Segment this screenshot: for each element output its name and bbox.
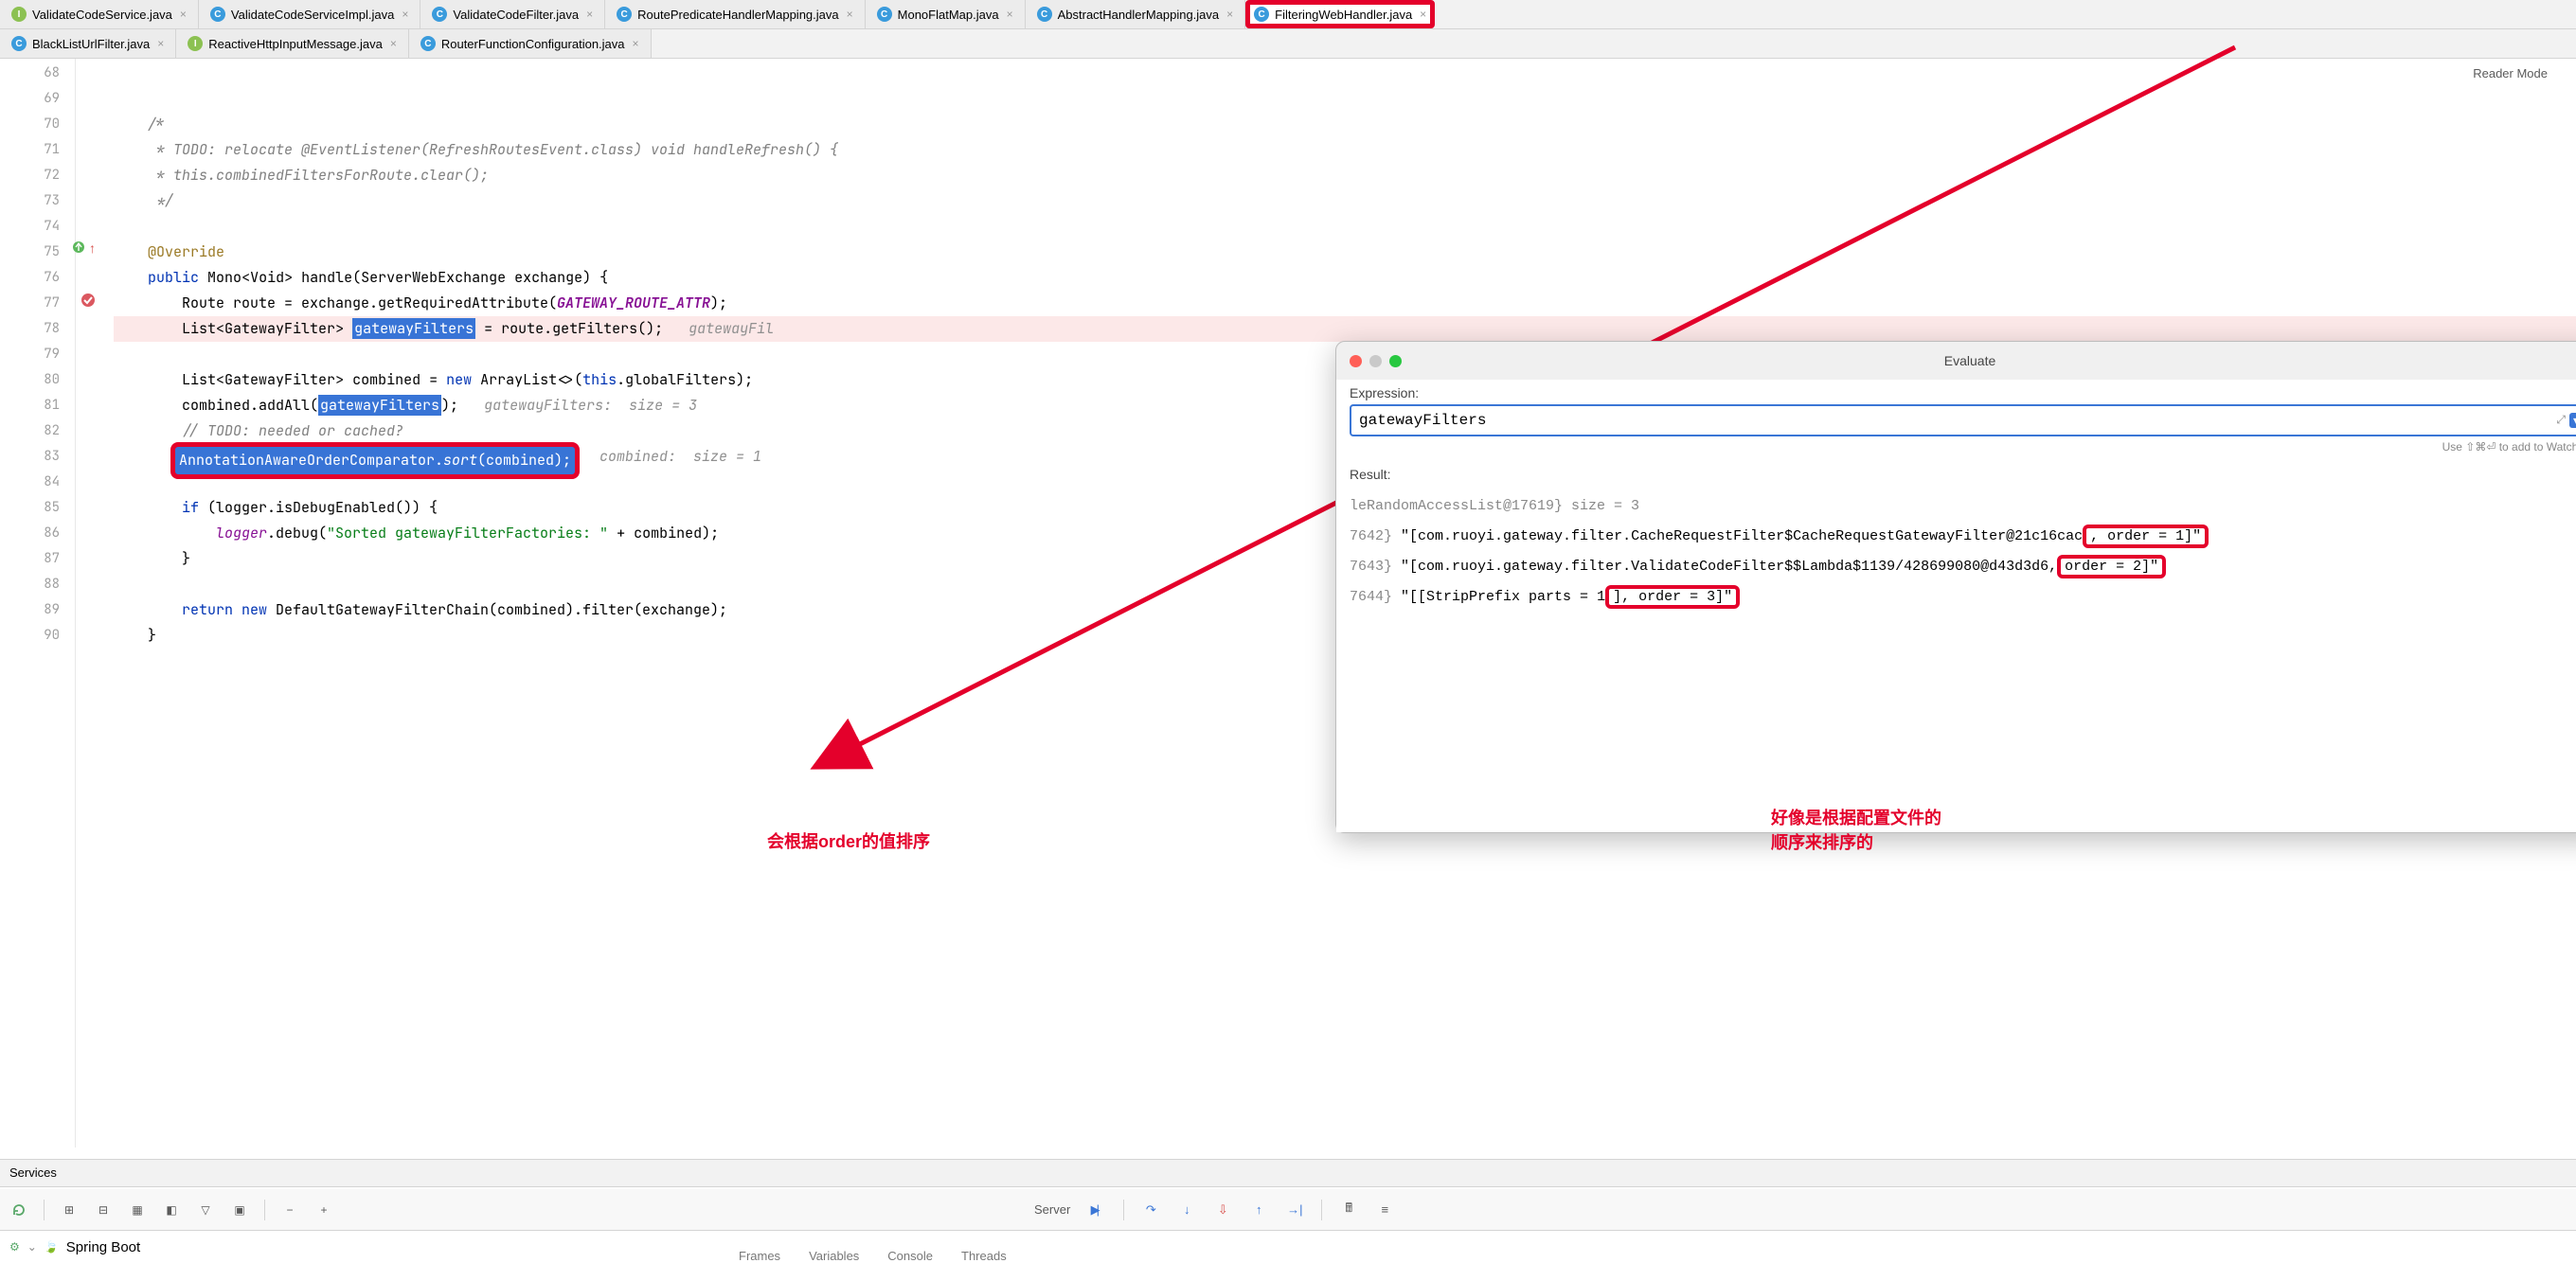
tab[interactable]: CRoutePredicateHandlerMapping.java× — [605, 0, 865, 28]
debug-toolbar: ⊞ ⊟ ▦ ◧ ▽ ▣ − + Server ▶| ↷ ↓ ⇩ ↑ →| 🖩 ≡ — [0, 1189, 2576, 1231]
close-icon[interactable]: × — [633, 37, 639, 50]
expression-label: Expression: — [1350, 385, 2576, 400]
tab[interactable]: CBlackListUrlFilter.java× — [0, 29, 176, 58]
class-icon: C — [1037, 7, 1052, 22]
debug-bottom-tabs: Frames Variables Console Threads — [739, 1249, 1007, 1263]
tab[interactable]: IValidateCodeService.java× — [0, 0, 199, 28]
close-icon[interactable]: × — [586, 8, 593, 21]
layout-icon[interactable]: ▣ — [230, 1201, 249, 1219]
watches-hint: Use ⇧⌘⏎ to add to Watches — [1350, 440, 2576, 454]
tab[interactable]: CValidateCodeFilter.java× — [420, 0, 605, 28]
close-icon[interactable]: × — [157, 37, 164, 50]
class-icon: C — [432, 7, 447, 22]
run-config-row[interactable]: ⚙ ⌄ 🍃 Spring Boot — [0, 1231, 2576, 1263]
tab[interactable]: CAbstractHandlerMapping.java× — [1026, 0, 1246, 28]
order-2-box: order = 2]" — [2057, 555, 2166, 578]
resume-icon[interactable]: ▶| — [1087, 1201, 1106, 1219]
expression-input[interactable] — [1350, 404, 2576, 436]
step-out-icon[interactable]: ↑ — [1249, 1201, 1268, 1219]
result-tree[interactable]: leRandomAccessList@17619} size = 3 7642}… — [1350, 491, 2576, 613]
expand-all-icon[interactable]: ⊞ — [60, 1201, 79, 1219]
result-label: Result: — [1350, 467, 2576, 482]
settings-gear-icon[interactable]: ⚙ — [9, 1240, 20, 1254]
step-into-icon[interactable]: ↓ — [1177, 1201, 1196, 1219]
class-icon: C — [420, 36, 436, 51]
annotation-sort-order: 会根据order的值排序 — [767, 828, 930, 853]
close-icon[interactable]: × — [1226, 8, 1233, 21]
chevron-down-icon[interactable]: ⌄ — [27, 1240, 37, 1254]
dialog-titlebar[interactable]: Evaluate — [1336, 342, 2576, 380]
stop-icon[interactable]: ◧ — [162, 1201, 181, 1219]
console-tab[interactable]: Console — [887, 1249, 933, 1263]
step-over-icon[interactable]: ↷ — [1141, 1201, 1160, 1219]
run-to-cursor-icon[interactable]: →| — [1285, 1201, 1304, 1219]
variables-tab[interactable]: Variables — [809, 1249, 859, 1263]
class-icon: C — [1254, 7, 1269, 22]
dropdown-icon[interactable]: ▾ — [2569, 413, 2576, 428]
tab-active[interactable]: CFilteringWebHandler.java× — [1245, 0, 1435, 28]
minus-icon[interactable]: − — [280, 1201, 299, 1219]
server-label: Server — [1034, 1202, 1070, 1217]
settings-icon[interactable]: ≡ — [1375, 1201, 1394, 1219]
class-icon: C — [617, 7, 632, 22]
close-icon[interactable]: × — [847, 8, 853, 21]
close-icon[interactable]: × — [390, 37, 397, 50]
class-icon: C — [11, 36, 27, 51]
plus-icon[interactable]: + — [314, 1201, 333, 1219]
frames-tab[interactable]: Frames — [739, 1249, 780, 1263]
evaluate-dialog[interactable]: Evaluate Expression: ⤢ ▾ Use ⇧⌘⏎ to add … — [1335, 341, 2576, 833]
window-minimize-icon[interactable] — [1369, 355, 1382, 367]
close-icon[interactable]: × — [402, 8, 408, 21]
services-panel-header[interactable]: Services — [0, 1159, 2576, 1187]
rerun-icon[interactable] — [9, 1201, 28, 1219]
order-3-box: ], order = 3]" — [1605, 585, 1740, 609]
order-1-box: , order = 1]" — [2083, 525, 2209, 548]
tab[interactable]: CMonoFlatMap.java× — [866, 0, 1026, 28]
tab[interactable]: IReactiveHttpInputMessage.java× — [176, 29, 409, 58]
window-close-icon[interactable] — [1350, 355, 1362, 367]
class-icon: C — [877, 7, 892, 22]
annotation-config-order: 好像是根据配置文件的 顺序来排序的 — [1771, 805, 1941, 854]
dialog-title: Evaluate — [1944, 353, 1995, 368]
window-zoom-icon[interactable] — [1389, 355, 1402, 367]
editor-tabs-row-2: CBlackListUrlFilter.java× IReactiveHttpI… — [0, 29, 2576, 59]
highlighted-variable: gatewayFilters — [352, 318, 475, 339]
tab[interactable]: CValidateCodeServiceImpl.java× — [199, 0, 420, 28]
filter-icon[interactable]: ▽ — [196, 1201, 215, 1219]
interface-icon: I — [188, 36, 203, 51]
class-icon: C — [210, 7, 225, 22]
line-gutter: 6869707172737475767778798081828384858687… — [0, 59, 76, 1147]
grid-icon[interactable]: ▦ — [128, 1201, 147, 1219]
tab[interactable]: CRouterFunctionConfiguration.java× — [409, 29, 652, 58]
spring-icon: 🍃 — [45, 1240, 59, 1254]
collapse-all-icon[interactable]: ⊟ — [94, 1201, 113, 1219]
threads-tab[interactable]: Threads — [961, 1249, 1007, 1263]
spring-boot-label: Spring Boot — [66, 1239, 140, 1255]
expand-icon[interactable]: ⤢ — [2556, 413, 2566, 428]
close-icon[interactable]: × — [1420, 8, 1426, 21]
close-icon[interactable]: × — [1007, 8, 1013, 21]
reader-mode-label[interactable]: Reader Mode — [2473, 66, 2548, 80]
editor-tabs-row-1: IValidateCodeService.java× CValidateCode… — [0, 0, 2576, 29]
force-step-into-icon[interactable]: ⇩ — [1213, 1201, 1232, 1219]
interface-icon: I — [11, 7, 27, 22]
evaluate-icon[interactable]: 🖩 — [1339, 1201, 1358, 1219]
close-icon[interactable]: × — [180, 8, 187, 21]
